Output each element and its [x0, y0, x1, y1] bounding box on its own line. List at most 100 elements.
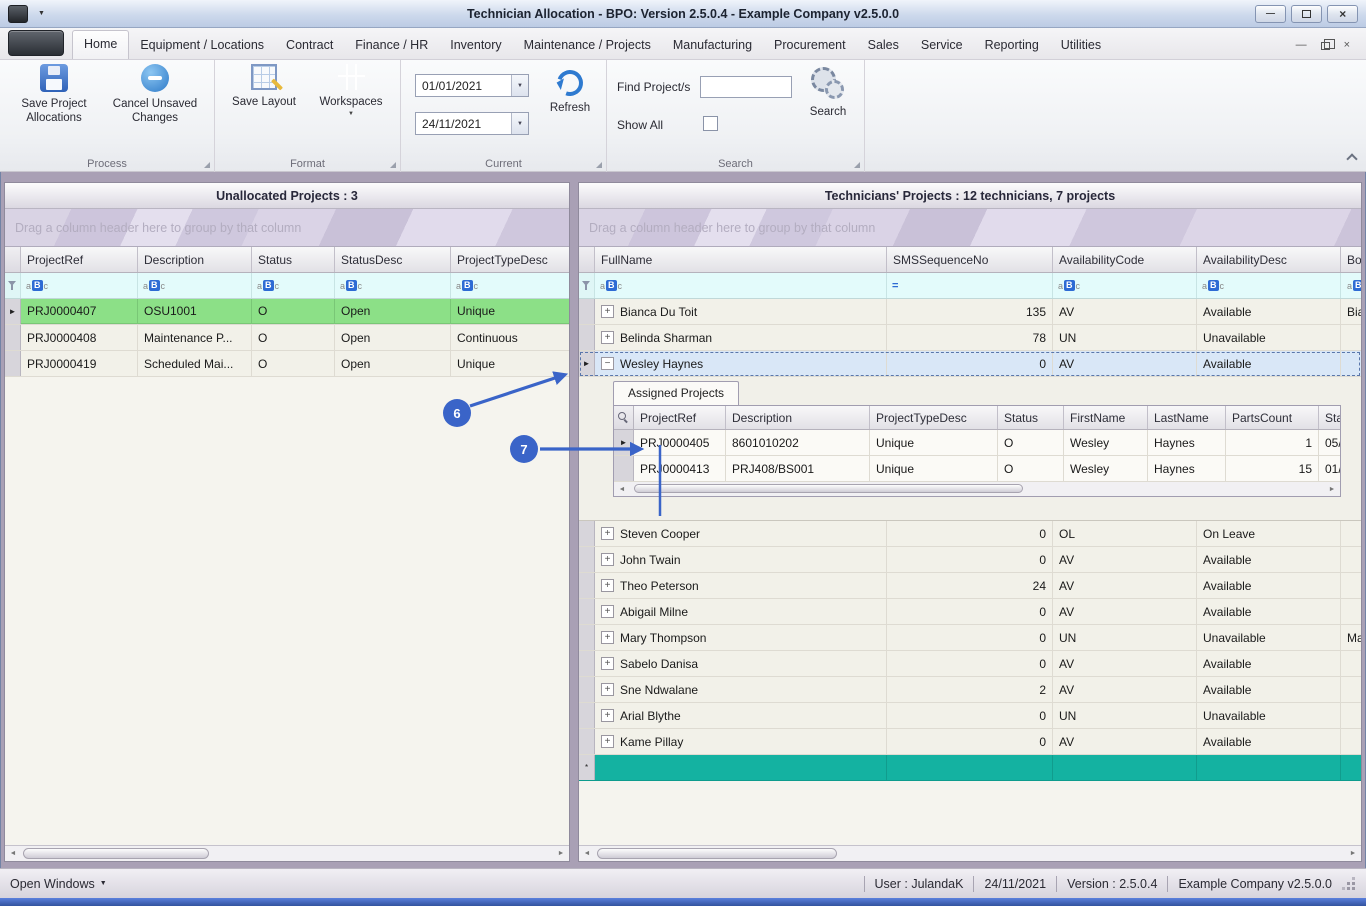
- tab-maintenance-projects[interactable]: Maintenance / Projects: [513, 32, 662, 59]
- column-header-firstname[interactable]: FirstName: [1064, 406, 1148, 429]
- date-from-dropdown-icon[interactable]: ▼: [511, 75, 528, 96]
- tab-service[interactable]: Service: [910, 32, 974, 59]
- column-header-projectref[interactable]: ProjectRef: [21, 247, 138, 272]
- scroll-left-icon[interactable]: ◄: [5, 846, 21, 861]
- column-header-statusdesc[interactable]: StatusDesc: [335, 247, 451, 272]
- mdi-minimize-button[interactable]: —: [1296, 40, 1307, 51]
- filter-availabilitydesc[interactable]: aBc: [1197, 273, 1341, 298]
- mdi-close-button[interactable]: ×: [1344, 40, 1350, 51]
- filter-description[interactable]: aBc: [138, 273, 252, 298]
- tab-reporting[interactable]: Reporting: [974, 32, 1050, 59]
- expand-plus-icon[interactable]: +: [601, 631, 614, 644]
- column-header-projectref[interactable]: ProjectRef: [634, 406, 726, 429]
- format-dialog-launcher-icon[interactable]: [390, 162, 396, 168]
- save-project-allocations-button[interactable]: Save Project Allocations: [8, 64, 100, 126]
- filter-status[interactable]: aBc: [252, 273, 335, 298]
- maximize-button[interactable]: [1291, 4, 1322, 23]
- filter-statusdesc[interactable]: aBc: [335, 273, 451, 298]
- table-row-kame-pillay[interactable]: + Kame Pillay 0 AV Available: [579, 729, 1361, 755]
- save-layout-button[interactable]: Save Layout: [225, 64, 303, 109]
- filter-smssequenceno[interactable]: =: [887, 273, 1053, 298]
- table-row-prj0000405[interactable]: ► PRJ0000405 8601010202 Unique O Wesley …: [614, 430, 1340, 456]
- tab-utilities[interactable]: Utilities: [1050, 32, 1112, 59]
- find-projects-input[interactable]: [700, 76, 792, 98]
- scrollbar-track[interactable]: [21, 846, 553, 861]
- new-row[interactable]: *: [579, 755, 1361, 781]
- column-header-projecttypedesc[interactable]: ProjectTypeDesc: [451, 247, 569, 272]
- table-row-prj0000413[interactable]: PRJ0000413 PRJ408/BS001 Unique O Wesley …: [614, 456, 1340, 482]
- table-row-prj0000419[interactable]: PRJ0000419 Scheduled Mai... O Open Uniqu…: [5, 351, 569, 377]
- table-row-sne-ndwalane[interactable]: + Sne Ndwalane 2 AV Available: [579, 677, 1361, 703]
- column-header-sta[interactable]: Sta: [1319, 406, 1340, 429]
- column-header-description[interactable]: Description: [138, 247, 252, 272]
- expand-plus-icon[interactable]: +: [601, 331, 614, 344]
- table-row-steven-cooper[interactable]: + Steven Cooper 0 OL On Leave: [579, 521, 1361, 547]
- column-header-projecttypedesc[interactable]: ProjectTypeDesc: [870, 406, 998, 429]
- search-dialog-launcher-icon[interactable]: [854, 162, 860, 168]
- column-header-status[interactable]: Status: [252, 247, 335, 272]
- search-icon[interactable]: [618, 412, 629, 423]
- column-header-description[interactable]: Description: [726, 406, 870, 429]
- expand-plus-icon[interactable]: +: [601, 527, 614, 540]
- date-from-picker[interactable]: 01/01/2021 ▼: [415, 74, 529, 97]
- scroll-right-icon[interactable]: ►: [1345, 846, 1361, 861]
- tab-contract[interactable]: Contract: [275, 32, 344, 59]
- workspaces-button[interactable]: Workspaces ▼: [309, 64, 393, 117]
- quick-access-caret-icon[interactable]: ▼: [38, 10, 45, 17]
- ribbon-collapse-icon[interactable]: [1346, 153, 1358, 165]
- table-row-theo-peterson[interactable]: + Theo Peterson 24 AV Available: [579, 573, 1361, 599]
- column-header-fullname[interactable]: FullName: [595, 247, 887, 272]
- tab-home[interactable]: Home: [72, 30, 130, 59]
- filter-projectref[interactable]: aBc: [21, 273, 138, 298]
- date-to-dropdown-icon[interactable]: ▼: [511, 113, 528, 134]
- table-row-bianca-du-toit[interactable]: + Bianca Du Toit 135 AV Available Bia: [579, 299, 1361, 325]
- left-horizontal-scrollbar[interactable]: ◄ ►: [5, 845, 569, 861]
- table-row-sabelo-danisa[interactable]: + Sabelo Danisa 0 AV Available: [579, 651, 1361, 677]
- search-button[interactable]: Search: [799, 66, 857, 119]
- scrollbar-thumb[interactable]: [23, 848, 210, 859]
- filter-boo[interactable]: aBc: [1341, 273, 1361, 298]
- table-row-mary-thompson[interactable]: + Mary Thompson 0 UN Unavailable Ma: [579, 625, 1361, 651]
- table-row-john-twain[interactable]: + John Twain 0 AV Available: [579, 547, 1361, 573]
- right-horizontal-scrollbar[interactable]: ◄ ►: [579, 845, 1361, 861]
- table-row-prj0000407[interactable]: ► PRJ0000407 OSU1001 O Open Unique: [5, 299, 569, 325]
- expand-plus-icon[interactable]: +: [601, 553, 614, 566]
- scrollbar-thumb[interactable]: [634, 484, 1023, 493]
- collapse-minus-icon[interactable]: −: [601, 357, 614, 370]
- tab-equipment-locations[interactable]: Equipment / Locations: [129, 32, 275, 59]
- column-header-lastname[interactable]: LastName: [1148, 406, 1226, 429]
- date-to-picker[interactable]: 24/11/2021 ▼: [415, 112, 529, 135]
- scroll-right-icon[interactable]: ►: [553, 846, 569, 861]
- right-group-by-area[interactable]: Drag a column header here to group by th…: [579, 209, 1361, 247]
- expand-plus-icon[interactable]: +: [601, 683, 614, 696]
- column-header-availabilitydesc[interactable]: AvailabilityDesc: [1197, 247, 1341, 272]
- expand-plus-icon[interactable]: +: [601, 605, 614, 618]
- resize-grip[interactable]: [1342, 877, 1356, 891]
- tab-manufacturing[interactable]: Manufacturing: [662, 32, 763, 59]
- table-row-prj0000408[interactable]: PRJ0000408 Maintenance P... O Open Conti…: [5, 325, 569, 351]
- scroll-left-icon[interactable]: ◄: [614, 482, 630, 496]
- scrollbar-thumb[interactable]: [597, 848, 837, 859]
- tab-finance-hr[interactable]: Finance / HR: [344, 32, 439, 59]
- table-row-arial-blythe[interactable]: + Arial Blythe 0 UN Unavailable: [579, 703, 1361, 729]
- table-row-wesley-haynes[interactable]: ► − Wesley Haynes 0 AV Available: [579, 351, 1361, 377]
- scroll-right-icon[interactable]: ►: [1324, 482, 1340, 496]
- column-header-partscount[interactable]: PartsCount: [1226, 406, 1319, 429]
- minimize-button[interactable]: —: [1255, 4, 1286, 23]
- current-dialog-launcher-icon[interactable]: [596, 162, 602, 168]
- open-windows-button[interactable]: Open Windows ▼: [10, 877, 107, 891]
- show-all-checkbox[interactable]: [703, 116, 718, 131]
- column-header-status[interactable]: Status: [998, 406, 1064, 429]
- filter-fullname[interactable]: aBc: [595, 273, 887, 298]
- application-menu-button[interactable]: [8, 30, 64, 56]
- table-row-abigail-milne[interactable]: + Abigail Milne 0 AV Available: [579, 599, 1361, 625]
- scrollbar-track[interactable]: [595, 846, 1345, 861]
- expand-plus-icon[interactable]: +: [601, 709, 614, 722]
- column-header-smssequenceno[interactable]: SMSSequenceNo: [887, 247, 1053, 272]
- scrollbar-track[interactable]: [630, 482, 1324, 496]
- tab-assigned-projects[interactable]: Assigned Projects: [613, 381, 740, 405]
- tab-procurement[interactable]: Procurement: [763, 32, 857, 59]
- tab-inventory[interactable]: Inventory: [439, 32, 512, 59]
- left-group-by-area[interactable]: Drag a column header here to group by th…: [5, 209, 569, 247]
- column-header-boo[interactable]: Boo: [1341, 247, 1361, 272]
